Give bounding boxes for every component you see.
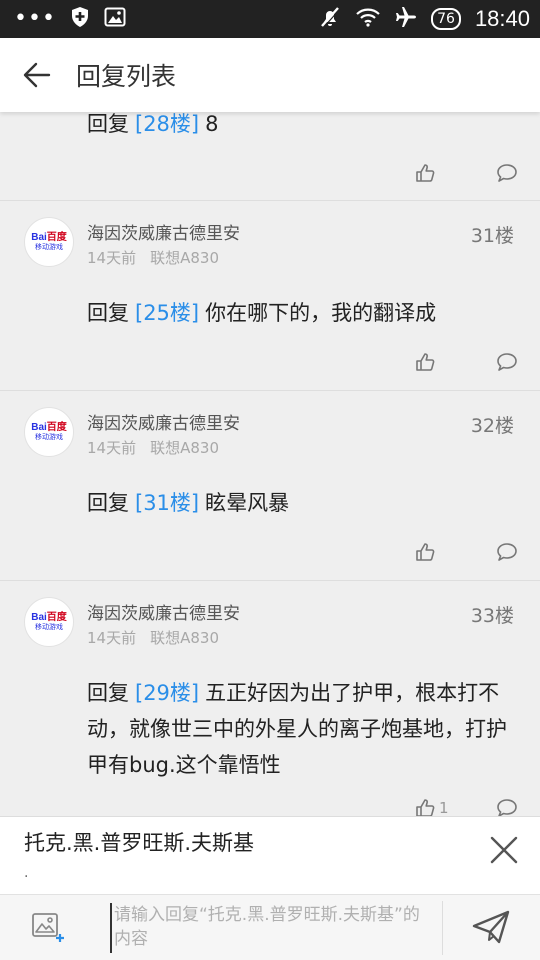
reply-input[interactable]: [110, 903, 430, 953]
page-title: 回复列表: [76, 62, 177, 91]
floor-number: 33楼: [470, 605, 514, 627]
post-device: 联想A830: [150, 629, 219, 647]
close-icon[interactable]: [486, 832, 522, 868]
thumbs-up-icon: [416, 164, 435, 182]
image-notification-icon: [104, 7, 126, 31]
airplane-mode-icon: [395, 6, 417, 32]
floor-number: 32楼: [470, 415, 514, 437]
list-item: Bai百度 移动游戏 海因茨威廉古德里安 14天前 联想A830 33楼 回复 [2…: [0, 580, 540, 816]
post-meta: 14天前 联想A830: [87, 437, 219, 458]
image-add-icon[interactable]: [30, 909, 66, 945]
floor-number: 31楼: [470, 225, 514, 247]
like-button[interactable]: [415, 351, 437, 373]
reply-input-bar: [0, 894, 540, 960]
send-icon[interactable]: [472, 909, 510, 945]
reply-list[interactable]: 回复 [28楼] 8 Bai百度 移动游戏 海因茨威廉古德里安 14天前 联想A830…: [0, 112, 540, 816]
avatar[interactable]: Bai百度 移动游戏: [24, 217, 74, 267]
post-device: 联想A830: [150, 439, 219, 457]
comment-bubble-icon[interactable]: [496, 541, 518, 563]
like-button[interactable]: 1: [415, 797, 455, 816]
avatar[interactable]: Bai百度 移动游戏: [24, 597, 74, 647]
like-count: 1: [439, 799, 449, 816]
post-meta: 14天前 联想A830: [87, 247, 219, 268]
post-time: 14天前: [87, 249, 137, 267]
thumbs-up-icon: [416, 799, 435, 816]
post-time: 14天前: [87, 439, 137, 457]
like-button[interactable]: [415, 162, 437, 184]
comment-bubble-icon[interactable]: [496, 162, 518, 184]
comment-bubble-icon[interactable]: [496, 351, 518, 373]
wifi-icon: [355, 7, 381, 31]
username[interactable]: 海因茨威廉古德里安: [87, 599, 240, 624]
floor-link[interactable]: [28楼]: [135, 112, 199, 136]
username[interactable]: 海因茨威廉古德里安: [87, 409, 240, 434]
battery-indicator: 76: [431, 8, 461, 30]
avatar[interactable]: Bai百度 移动游戏: [24, 407, 74, 457]
clock: 18:40: [474, 6, 530, 31]
floor-link[interactable]: [25楼]: [135, 301, 199, 325]
reply-target-dot: .: [24, 865, 29, 881]
list-item: 回复 [28楼] 8: [0, 112, 540, 200]
post-meta: 14天前 联想A830: [87, 627, 219, 648]
reply-body: 回复 [28楼] 8: [87, 112, 219, 136]
reply-body: 回复 [25楼] 你在哪下的，我的翻译成: [87, 301, 437, 325]
shield-icon: [70, 6, 90, 32]
post-time: 14天前: [87, 629, 137, 647]
app-bar: 回复列表: [0, 38, 540, 112]
back-button[interactable]: [0, 38, 74, 112]
reply-target-bar: 托克.黑.普罗旺斯.夫斯基 .: [0, 816, 540, 894]
post-device: 联想A830: [150, 249, 219, 267]
mute-icon: [319, 6, 341, 32]
thumbs-up-icon: [416, 353, 435, 371]
input-divider: [442, 901, 443, 955]
list-item: Bai百度 移动游戏 海因茨威廉古德里安 14天前 联想A830 31楼 回复 [2…: [0, 200, 540, 390]
reply-body: 回复 [29楼] 五正好因为出了护甲，根本打不动，就像世三中的外星人的离子炮基地，打…: [87, 681, 507, 777]
list-item: Bai百度 移动游戏 海因茨威廉古德里安 14天前 联想A830 32楼 回复 [3…: [0, 390, 540, 580]
reply-target-name: 托克.黑.普罗旺斯.夫斯基: [24, 831, 255, 855]
floor-link[interactable]: [29楼]: [135, 681, 199, 705]
comment-bubble-icon[interactable]: [496, 797, 518, 816]
status-bar: ••• 76 18:40: [0, 0, 540, 38]
more-notifications-icon: •••: [14, 6, 56, 31]
back-arrow-icon: [23, 62, 51, 88]
thumbs-up-icon: [416, 543, 435, 561]
reply-body: 回复 [31楼] 眩晕风暴: [87, 491, 290, 515]
like-button[interactable]: [415, 541, 437, 563]
username[interactable]: 海因茨威廉古德里安: [87, 219, 240, 244]
floor-link[interactable]: [31楼]: [135, 491, 199, 515]
